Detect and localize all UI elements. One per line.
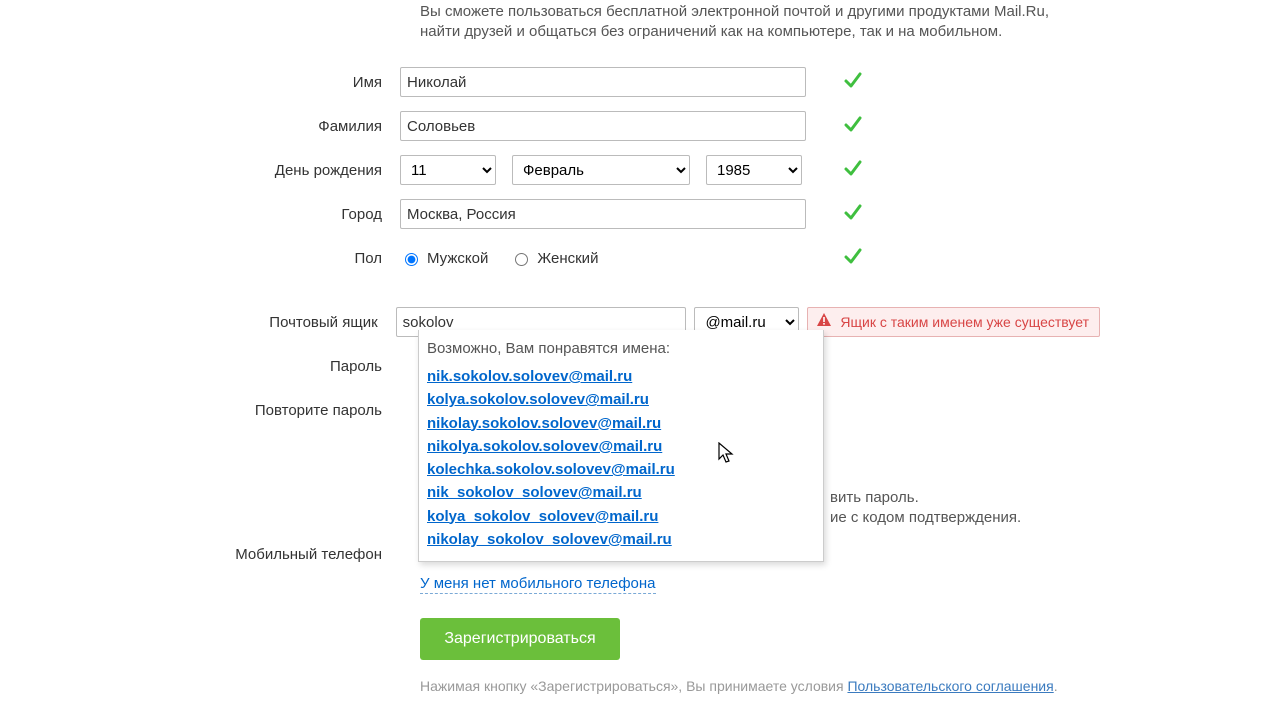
suggestions-title: Возможно, Вам понравятся имена:	[427, 340, 815, 357]
row-last-name: Фамилия	[0, 104, 1100, 148]
disclaimer-text: Нажимая кнопку «Зарегистрироваться», Вы …	[420, 678, 847, 694]
mailbox-suggestions-popup: Возможно, Вам понравятся имена: nik.soko…	[418, 330, 824, 562]
row-gender: Пол Мужской Женский	[0, 236, 1100, 280]
disclaimer: Нажимая кнопку «Зарегистрироваться», Вы …	[420, 678, 1058, 694]
label-city: Город	[0, 206, 400, 223]
first-name-field[interactable]	[400, 67, 806, 97]
gender-female-label: Женский	[537, 250, 598, 267]
check-icon	[843, 70, 863, 94]
mailbox-error-text: Ящик с таким именем уже существует	[840, 314, 1089, 330]
mailbox-error: Ящик с таким именем уже существует	[807, 307, 1100, 337]
gender-male-item[interactable]: Мужской	[400, 250, 488, 267]
label-gender: Пол	[0, 250, 400, 267]
gender-male-label: Мужской	[427, 250, 488, 267]
intro-text: Вы сможете пользоваться бесплатной элект…	[420, 2, 1060, 41]
check-icon	[843, 246, 863, 270]
suggestions-list: nik.sokolov.solovev@mail.ru kolya.sokolo…	[427, 365, 815, 551]
suggestion-link[interactable]: kolya_sokolov_solovev@mail.ru	[427, 505, 658, 528]
suggestion-link[interactable]: nik.sokolov.solovev@mail.ru	[427, 365, 632, 388]
row-city: Город	[0, 192, 1100, 236]
suggestion-link[interactable]: kolechka.sokolov.solovev@mail.ru	[427, 458, 675, 481]
label-last-name: Фамилия	[0, 118, 400, 135]
check-icon	[843, 158, 863, 182]
birthday-year-select[interactable]: 1985	[706, 155, 802, 185]
suggestion-link[interactable]: kolya.sokolov.solovev@mail.ru	[427, 388, 649, 411]
agreement-link[interactable]: Пользовательского соглашения	[847, 678, 1053, 694]
hint-text-partial: вить пароль. ие с кодом подтверждения.	[830, 488, 1021, 529]
birthday-day-select[interactable]: 11	[400, 155, 496, 185]
suggestion-link[interactable]: nikolya.sokolov.solovev@mail.ru	[427, 435, 662, 458]
check-icon	[843, 114, 863, 138]
row-first-name: Имя	[0, 60, 1100, 104]
gender-male-radio[interactable]	[405, 253, 418, 266]
warning-icon	[816, 312, 832, 332]
gender-female-item[interactable]: Женский	[510, 250, 598, 267]
city-field[interactable]	[400, 199, 806, 229]
no-phone-link[interactable]: У меня нет мобильного телефона	[420, 575, 656, 594]
row-birthday: День рождения 11 Февраль 1985	[0, 148, 1100, 192]
label-password-repeat: Повторите пароль	[0, 402, 400, 419]
suggestion-link[interactable]: nik_sokolov_solovev@mail.ru	[427, 481, 642, 504]
label-mailbox: Почтовый ящик	[0, 314, 396, 331]
birthday-month-select[interactable]: Февраль	[512, 155, 690, 185]
check-icon	[843, 202, 863, 226]
label-password: Пароль	[0, 358, 400, 375]
label-birthday: День рождения	[0, 162, 400, 179]
suggestion-link[interactable]: nikolay_sokolov_solovev@mail.ru	[427, 528, 672, 551]
label-mobile: Мобильный телефон	[0, 546, 400, 563]
last-name-field[interactable]	[400, 111, 806, 141]
label-first-name: Имя	[0, 74, 400, 91]
submit-button[interactable]: Зарегистрироваться	[420, 618, 620, 660]
suggestion-link[interactable]: nikolay.sokolov.solovev@mail.ru	[427, 412, 661, 435]
gender-female-radio[interactable]	[515, 253, 528, 266]
